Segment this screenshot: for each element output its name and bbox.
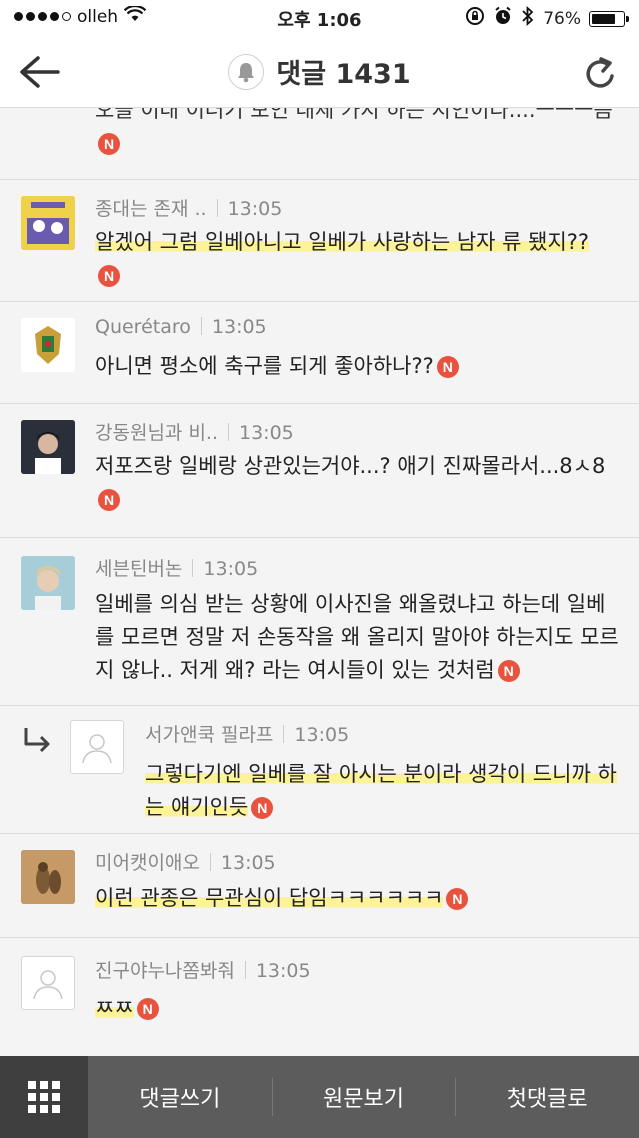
user-silhouette-icon (82, 734, 112, 764)
comment-meta: 미어캣이애오 13:05 (95, 848, 276, 875)
comment-text: 저포즈랑 일베랑 상관있는거야...? 애기 진짜몰라서...8ㅅ8 N (95, 450, 615, 516)
author-name[interactable]: 강동원님과 비.. (95, 422, 218, 444)
status-bar: olleh 오후 1:06 76% (0, 0, 639, 36)
comment-meta: 강동원님과 비.. 13:05 (95, 418, 294, 445)
comment-item: 오늘 이대 이러기 보인 대체 가지 하는 지인이다....ㅡㅡㅡ음 N (0, 108, 639, 180)
author-name[interactable]: 세븐틴버논 (95, 558, 182, 580)
refresh-button[interactable] (581, 50, 621, 94)
page-title: 댓글 1431 (276, 59, 411, 90)
comment-time: 13:05 (239, 422, 294, 444)
menu-grid-button[interactable] (0, 1056, 88, 1138)
new-badge: N (98, 265, 120, 287)
comment-text: 오늘 이대 이러기 보인 대체 가지 하는 지인이다....ㅡㅡㅡ음 N (95, 108, 615, 160)
comment-text: 아니면 평소에 축구를 되게 좋아하나?? N (95, 350, 615, 383)
comment-item[interactable]: Querétaro 13:05 아니면 평소에 축구를 되게 좋아하나?? N (0, 302, 639, 404)
default-avatar[interactable] (70, 720, 124, 774)
yellow-album-avatar[interactable] (21, 196, 75, 250)
bell-icon (238, 62, 255, 82)
comment-meta: 세븐틴버논 13:05 (95, 554, 258, 581)
comment-text: 그렇다기엔 일베를 잘 아시는 분이라 생각이 드니까 하는 얘기인듯 N (145, 758, 620, 824)
reply-arrow-icon (22, 726, 52, 758)
comment-meta: 종대는 존재 .. 13:05 (95, 194, 282, 221)
notification-bell-button[interactable] (228, 53, 265, 90)
author-name[interactable]: 종대는 존재 .. (95, 198, 207, 220)
new-badge: N (497, 660, 520, 682)
comment-item[interactable]: 종대는 존재 .. 13:05 알겠어 그럼 일베아니고 일베가 사랑하는 남자 … (0, 180, 639, 302)
new-badge: N (436, 356, 459, 378)
new-badge: N (251, 797, 274, 819)
user-silhouette-icon (33, 970, 63, 1000)
comment-text: 일베를 의심 받는 상황에 이사진을 왜올렸냐고 하는데 일베를 모르면 정말 … (95, 588, 619, 687)
default-avatar[interactable] (21, 956, 75, 1010)
comment-body: 이런 관종은 무관심이 답임ㅋㅋㅋㅋㅋㅋ (95, 886, 444, 910)
comment-time: 13:05 (203, 558, 259, 580)
app-header: 댓글 1431 (0, 36, 639, 108)
status-right: 76% (465, 5, 629, 31)
write-comment-button[interactable]: 댓글쓰기 (88, 1056, 272, 1138)
crest-avatar[interactable] (21, 318, 75, 372)
comment-text: 알겠어 그럼 일베아니고 일베가 사랑하는 남자 류 됐지?? N (95, 226, 595, 292)
alarm-icon (493, 6, 513, 31)
comment-meta: 진구야누나쫌봐줘 13:05 (95, 956, 311, 983)
comment-time: 13:05 (255, 960, 311, 982)
comment-meta: Querétaro 13:05 (95, 316, 267, 338)
orientation-lock-icon (465, 6, 485, 31)
author-name[interactable]: 진구야누나쫌봐줘 (95, 960, 235, 982)
reply-item[interactable]: 서가앤쿡 필라프 13:05 그렇다기엔 일베를 잘 아시는 분이라 생각이 드니… (0, 706, 639, 834)
comment-text: ㅉㅉ N (95, 992, 615, 1025)
bluetooth-icon (521, 5, 535, 31)
comment-item[interactable]: 진구야누나쫌봐줘 13:05 ㅉㅉ N (0, 938, 639, 1056)
author-name[interactable]: Querétaro (95, 316, 191, 338)
new-badge: N (98, 133, 120, 155)
comment-time: 13:05 (294, 724, 350, 746)
new-badge: N (98, 489, 120, 511)
person-light-avatar[interactable] (21, 556, 75, 610)
comment-text: 이런 관종은 무관심이 답임ㅋㅋㅋㅋㅋㅋ N (95, 882, 615, 915)
comment-body: 오늘 이대 이러기 보인 대체 가지 하는 지인이다....ㅡㅡㅡ음 (95, 108, 613, 122)
author-name[interactable]: 서가앤쿡 필라프 (145, 724, 273, 746)
grid-icon (28, 1081, 60, 1113)
comment-list[interactable]: 오늘 이대 이러기 보인 대체 가지 하는 지인이다....ㅡㅡㅡ음 N 종대는 … (0, 108, 639, 1056)
refresh-icon (586, 57, 614, 88)
comment-body: 그렇다기엔 일베를 잘 아시는 분이라 생각이 드니까 하는 얘기인듯 (145, 762, 617, 819)
header-center: 댓글 1431 (0, 52, 639, 91)
comment-item[interactable]: 세븐틴버논 13:05 일베를 의심 받는 상황에 이사진을 왜올렸냐고 하는데 … (0, 538, 639, 706)
comment-time: 13:05 (220, 852, 276, 874)
meerkat-avatar[interactable] (21, 850, 75, 904)
bottom-toolbar: 댓글쓰기 원문보기 첫댓글로 (0, 1056, 639, 1138)
comment-time: 13:05 (211, 316, 267, 338)
view-original-button[interactable]: 원문보기 (271, 1056, 456, 1138)
battery-fill (592, 13, 615, 24)
comment-body: 알겠어 그럼 일베아니고 일베가 사랑하는 남자 류 됐지?? (95, 230, 590, 254)
new-badge: N (136, 998, 159, 1020)
comment-item[interactable]: 미어캣이애오 13:05 이런 관종은 무관심이 답임ㅋㅋㅋㅋㅋㅋ N (0, 834, 639, 938)
author-name[interactable]: 미어캣이애오 (95, 852, 200, 874)
person-dark-avatar[interactable] (21, 420, 75, 474)
comment-body: 아니면 평소에 축구를 되게 좋아하나?? (95, 354, 434, 378)
comment-item[interactable]: 강동원님과 비.. 13:05 저포즈랑 일베랑 상관있는거야...? 애기 진짜… (0, 404, 639, 538)
comment-meta: 서가앤쿡 필라프 13:05 (145, 720, 349, 747)
comment-body: 일베를 의심 받는 상황에 이사진을 왜올렸냐고 하는데 일베를 모르면 정말 … (95, 592, 619, 682)
first-comment-button[interactable]: 첫댓글로 (455, 1056, 639, 1138)
new-badge: N (446, 888, 469, 910)
comment-body: ㅉㅉ (95, 996, 134, 1020)
battery-icon (589, 10, 629, 27)
comment-body: 저포즈랑 일베랑 상관있는거야...? 애기 진짜몰라서...8ㅅ8 (95, 454, 606, 478)
battery-percent: 76% (543, 8, 581, 29)
comment-time: 13:05 (227, 198, 283, 220)
